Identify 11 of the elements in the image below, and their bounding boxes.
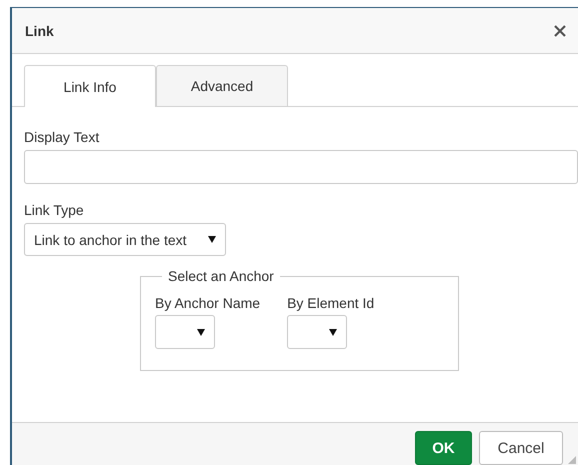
field-label: By Anchor Name [155, 295, 260, 311]
tab[interactable]: Link Info [24, 65, 156, 107]
ok-button[interactable]: OK [415, 431, 472, 465]
cancel-button[interactable]: Cancel [479, 431, 563, 465]
fieldset-legend: Select an Anchor [162, 268, 280, 284]
field-label: Display Text [24, 129, 100, 145]
window-title: Link [25, 22, 54, 38]
field-label: Link Type [24, 202, 85, 218]
field-label: By Element Id [287, 295, 374, 311]
tab[interactable]: Advanced [156, 65, 288, 106]
dropdown[interactable]: Link to anchor in the text [24, 223, 226, 256]
